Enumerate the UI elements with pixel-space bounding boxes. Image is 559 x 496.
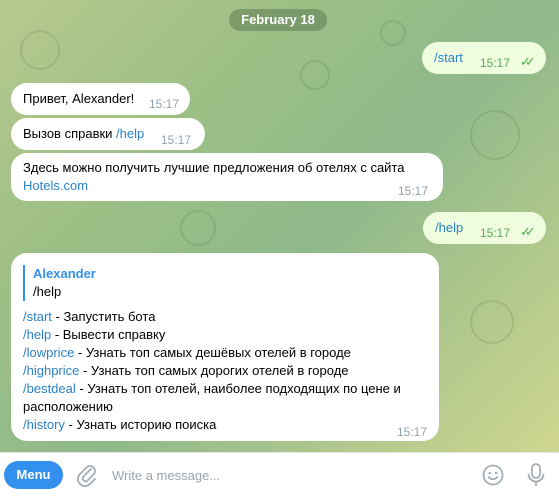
paperclip-icon[interactable] <box>76 463 98 487</box>
date-separator: February 18 <box>229 9 327 31</box>
message-time: 15:17 <box>149 97 180 111</box>
message-incoming-help-list[interactable]: Alexander /help /start - Запустить бота … <box>11 253 439 441</box>
command-line: /highprice - Узнать топ самых дорогих от… <box>23 363 349 378</box>
command-line: /lowprice - Узнать топ самых дешёвых оте… <box>23 345 351 360</box>
command-link[interactable]: /help <box>116 126 144 141</box>
message-text: Вызов справки <box>23 126 117 141</box>
message-incoming-greeting[interactable]: Привет, Alexander! 15:17 <box>11 83 190 115</box>
composer-bar: Menu <box>0 452 559 496</box>
reply-text: /help <box>33 284 62 299</box>
double-check-icon: ✓✓ <box>520 54 536 69</box>
command-link[interactable]: /bestdeal <box>23 381 76 396</box>
command-list: /start - Запустить бота /help - Вывести … <box>23 308 401 434</box>
message-time: 15:17 <box>161 133 192 147</box>
command-line: расположению <box>23 399 113 414</box>
command-line: /history - Узнать историю поиска <box>23 417 217 432</box>
command-link[interactable]: /help <box>23 327 51 342</box>
reply-quote[interactable]: Alexander /help <box>23 265 96 301</box>
hotels-link[interactable]: Hotels.com <box>23 177 88 195</box>
command-link[interactable]: /history <box>23 417 65 432</box>
message-outgoing-start[interactable]: /start 15:17 ✓✓ <box>422 42 546 74</box>
message-input[interactable] <box>112 465 452 485</box>
command-link[interactable]: /lowprice <box>23 345 74 360</box>
chat-background: February 18 /start 15:17 ✓✓ Привет, Alex… <box>0 0 559 452</box>
command-line: /start - Запустить бота <box>23 309 156 324</box>
message-time: 15:17 <box>480 56 511 70</box>
reply-author: Alexander <box>33 266 96 281</box>
message-text: Здесь можно получить лучшие предложения … <box>23 160 405 175</box>
command-link[interactable]: /highprice <box>23 363 79 378</box>
message-incoming-hotels[interactable]: Здесь можно получить лучшие предложения … <box>11 153 443 201</box>
command-link[interactable]: /help <box>435 219 463 237</box>
message-text: Привет, Alexander! <box>23 91 135 106</box>
message-time: 15:17 <box>480 226 511 240</box>
microphone-icon[interactable] <box>526 462 546 488</box>
message-incoming-help-call[interactable]: Вызов справки /help 15:17 <box>11 118 205 150</box>
message-time: 15:17 <box>397 425 428 439</box>
command-link[interactable]: /start <box>434 49 463 67</box>
menu-button[interactable]: Menu <box>4 461 63 489</box>
command-line: /bestdeal - Узнать топ отелей, наиболее … <box>23 381 401 396</box>
smiley-icon[interactable] <box>481 463 505 487</box>
message-outgoing-help[interactable]: /help 15:17 ✓✓ <box>423 212 546 244</box>
command-line: /help - Вывести справку <box>23 327 166 342</box>
command-link[interactable]: /start <box>23 309 52 324</box>
double-check-icon: ✓✓ <box>520 224 536 239</box>
message-time: 15:17 <box>398 184 429 198</box>
